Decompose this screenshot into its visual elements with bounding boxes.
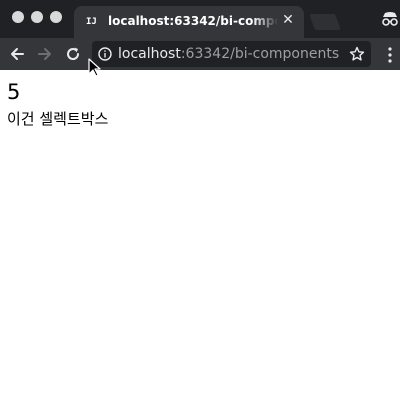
window-close-dot[interactable] bbox=[12, 11, 24, 23]
window-minimize-dot[interactable] bbox=[31, 11, 43, 23]
back-arrow-icon[interactable] bbox=[7, 44, 27, 64]
tab-title: localhost:63342/bi-components bbox=[108, 14, 278, 28]
bookmark-star-icon[interactable] bbox=[349, 46, 365, 62]
window-zoom-dot[interactable] bbox=[50, 11, 62, 23]
address-bar[interactable]: localhost:63342/bi-components... bbox=[92, 41, 371, 67]
browser-tab-active[interactable]: IJ localhost:63342/bi-components ✕ bbox=[74, 6, 304, 38]
kebab-menu-icon[interactable] bbox=[386, 46, 394, 64]
url-text[interactable]: localhost:63342/bi-components... bbox=[118, 46, 340, 62]
page-content: 5 이건 셀렉트박스 bbox=[0, 70, 400, 400]
incognito-icon[interactable] bbox=[380, 8, 400, 28]
tab-close-icon[interactable]: ✕ bbox=[280, 12, 296, 28]
browser-toolbar: localhost:63342/bi-components... bbox=[0, 38, 400, 70]
url-path: :63342/bi-components... bbox=[180, 46, 340, 62]
intellij-favicon-icon: IJ bbox=[86, 17, 97, 27]
selectbox-label: 이건 셀렉트박스 bbox=[7, 110, 109, 128]
new-tab-button[interactable] bbox=[309, 14, 341, 30]
forward-arrow-icon[interactable] bbox=[35, 44, 55, 64]
browser-tab-strip: IJ localhost:63342/bi-components ✕ bbox=[0, 0, 400, 38]
selected-value-display: 5 bbox=[7, 80, 21, 104]
url-host: localhost bbox=[118, 46, 181, 62]
reload-icon[interactable] bbox=[63, 44, 83, 64]
